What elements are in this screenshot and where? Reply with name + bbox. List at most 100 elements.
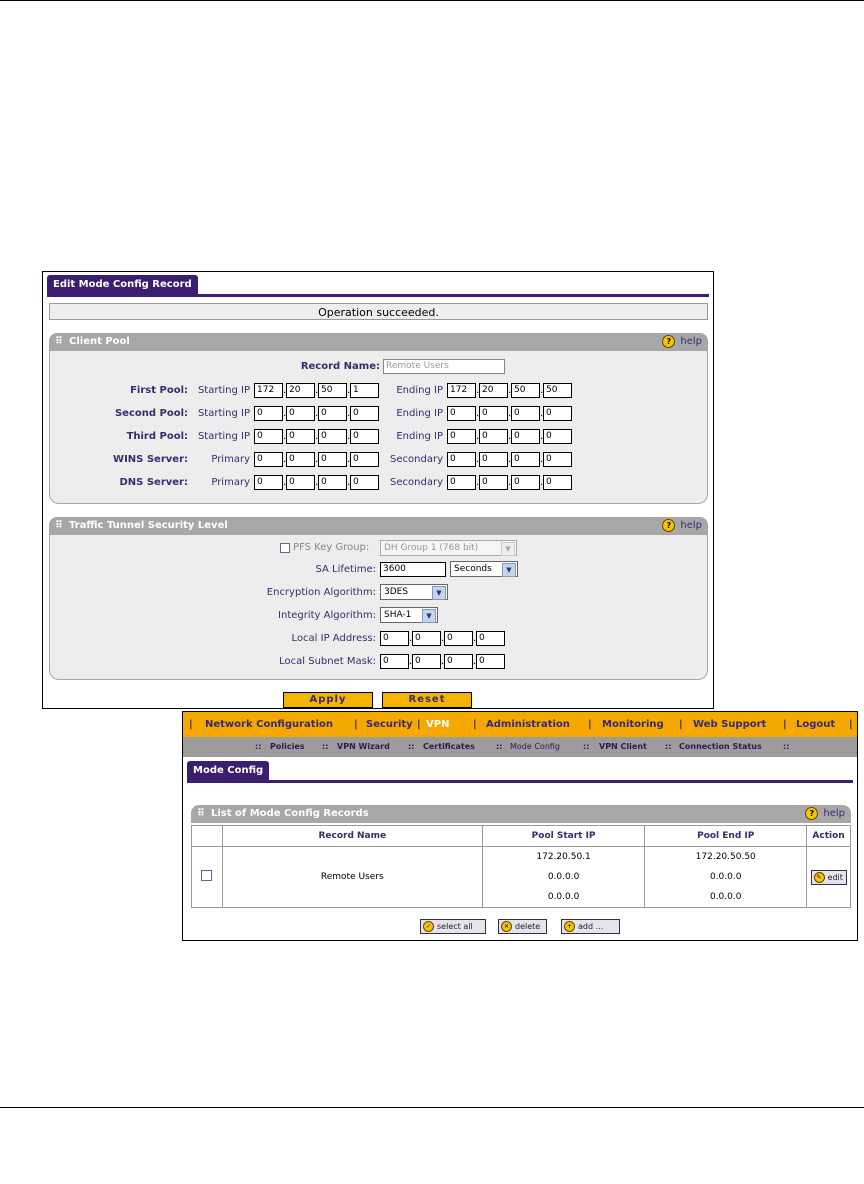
pfs-checkbox[interactable] xyxy=(280,543,290,553)
nav-item-2[interactable]: VPN xyxy=(426,712,449,737)
local-ip-octet-3[interactable]: 0 xyxy=(444,631,473,646)
records-list-header: ⠿ List of Mode Config Records ? help xyxy=(191,805,851,823)
bottom-rule xyxy=(0,1107,864,1108)
main-nav: Network Configuration Security VPN Administ… xyxy=(183,712,857,737)
start-octet-3[interactable]: 0 xyxy=(318,452,347,467)
help-label: help xyxy=(823,808,845,819)
start-octet-4[interactable]: 1 xyxy=(350,383,379,398)
start-octet-4[interactable]: 0 xyxy=(350,406,379,421)
start-octet-1[interactable]: 0 xyxy=(254,429,283,444)
start-octet-3[interactable]: 50 xyxy=(318,383,347,398)
local-ip-octet-4[interactable]: 0 xyxy=(476,631,505,646)
status-message: Operation succeeded. xyxy=(49,303,708,320)
end-octet-2[interactable]: 0 xyxy=(479,475,508,490)
start-octet-1[interactable]: 0 xyxy=(254,475,283,490)
end-octet-3[interactable]: 0 xyxy=(511,406,540,421)
end-octet-1[interactable]: 172 xyxy=(447,383,476,398)
reset-button[interactable]: Reset xyxy=(382,692,472,708)
nav-separator: | xyxy=(849,719,853,730)
local-ip-octet-2[interactable]: 0 xyxy=(412,631,441,646)
start-octet-3[interactable]: 0 xyxy=(318,406,347,421)
subnav-separator: :: xyxy=(665,742,672,751)
end-octet-3[interactable]: 50 xyxy=(511,383,540,398)
add-button[interactable]: + add ... xyxy=(561,919,620,934)
start-octet-2[interactable]: 0 xyxy=(286,475,315,490)
start-octet-3[interactable]: 0 xyxy=(318,475,347,490)
end-octet-3[interactable]: 0 xyxy=(511,475,540,490)
row-checkbox[interactable] xyxy=(201,870,213,881)
sa-unit-select[interactable]: Seconds ▼ xyxy=(450,561,518,577)
nav-item-1[interactable]: Security xyxy=(366,712,413,737)
records-help-link[interactable]: ? help xyxy=(805,805,845,823)
nav-separator: | xyxy=(679,719,683,730)
end-octet-3[interactable]: 0 xyxy=(511,429,540,444)
subnav-item-1[interactable]: VPN Wizard xyxy=(337,737,390,757)
nav-item-4[interactable]: Monitoring xyxy=(602,712,664,737)
start-octet-2[interactable]: 20 xyxy=(286,383,315,398)
subnav-item-3[interactable]: Mode Config xyxy=(510,737,560,757)
records-list-title: List of Mode Config Records xyxy=(211,808,369,819)
record-name-cell: Remote Users xyxy=(221,846,483,908)
traffic-help-link[interactable]: ? help xyxy=(662,517,702,535)
end-octet-1[interactable]: 0 xyxy=(447,452,476,467)
local-mask-label: Local Subnet Mask: xyxy=(279,656,376,667)
edit-button[interactable]: ✎ edit xyxy=(810,869,847,885)
help-icon: ? xyxy=(805,806,819,820)
sa-lifetime-input[interactable]: 3600 xyxy=(380,562,446,577)
local-mask-octet-3[interactable]: 0 xyxy=(444,654,473,669)
end-octet-1[interactable]: 0 xyxy=(447,429,476,444)
start-octet-4[interactable]: 0 xyxy=(350,452,379,467)
start-octet-4[interactable]: 0 xyxy=(350,429,379,444)
table-row: Remote Users 172.20.50.1 0.0.0.0 0.0.0.0… xyxy=(191,846,851,908)
subnav-item-5[interactable]: Connection Status xyxy=(679,737,762,757)
client-pool-header: ⠿ Client Pool ? help xyxy=(49,333,708,351)
subnav-item-4[interactable]: VPN Client xyxy=(599,737,647,757)
pool-end-1: 172.20.50.50 xyxy=(695,852,756,862)
end-octet-2[interactable]: 0 xyxy=(479,406,508,421)
subnav-item-0[interactable]: Policies xyxy=(270,737,305,757)
tab-mode-config[interactable]: Mode Config xyxy=(187,761,270,780)
nav-item-5[interactable]: Web Support xyxy=(693,712,766,737)
local-mask-octet-1[interactable]: 0 xyxy=(380,654,409,669)
start-octet-4[interactable]: 0 xyxy=(350,475,379,490)
start-octet-2[interactable]: 0 xyxy=(286,452,315,467)
start-octet-1[interactable]: 0 xyxy=(254,452,283,467)
integrity-select[interactable]: SHA-1 ▼ xyxy=(380,607,438,623)
end-octet-1[interactable]: 0 xyxy=(447,475,476,490)
local-ip-octet-1[interactable]: 0 xyxy=(380,631,409,646)
tab-edit-mode-config-record[interactable]: Edit Mode Config Record xyxy=(47,275,198,294)
subnav-separator: :: xyxy=(322,742,329,751)
pool-row-left-sublabel: Starting IP xyxy=(197,408,250,419)
nav-item-0[interactable]: Network Configuration xyxy=(205,712,333,737)
start-octet-1[interactable]: 0 xyxy=(254,406,283,421)
nav-item-3[interactable]: Administration xyxy=(486,712,570,737)
end-octet-4[interactable]: 0 xyxy=(543,475,572,490)
local-mask-octet-4[interactable]: 0 xyxy=(476,654,505,669)
nav-item-6[interactable]: Logout xyxy=(796,712,835,737)
end-octet-1[interactable]: 0 xyxy=(447,406,476,421)
integrity-label: Integrity Algorithm: xyxy=(278,610,376,621)
start-octet-2[interactable]: 0 xyxy=(286,429,315,444)
start-octet-3[interactable]: 0 xyxy=(318,429,347,444)
end-octet-3[interactable]: 0 xyxy=(511,452,540,467)
local-mask-octet-2[interactable]: 0 xyxy=(412,654,441,669)
end-octet-2[interactable]: 0 xyxy=(479,452,508,467)
encryption-select[interactable]: 3DES ▼ xyxy=(380,584,448,600)
record-name-input[interactable]: Remote Users xyxy=(383,359,505,374)
column-header-record-name: Record Name xyxy=(221,825,483,847)
end-octet-4[interactable]: 0 xyxy=(543,429,572,444)
pfs-select[interactable]: DH Group 1 (768 bit) ▼ xyxy=(380,540,517,556)
select-all-button[interactable]: ✓ select all xyxy=(420,919,486,934)
delete-button[interactable]: ✕ delete xyxy=(498,919,547,934)
start-octet-1[interactable]: 172 xyxy=(254,383,283,398)
apply-button[interactable]: Apply xyxy=(283,692,373,708)
start-octet-2[interactable]: 0 xyxy=(286,406,315,421)
end-octet-4[interactable]: 0 xyxy=(543,452,572,467)
end-octet-4[interactable]: 50 xyxy=(543,383,572,398)
end-octet-4[interactable]: 0 xyxy=(543,406,572,421)
subnav-item-2[interactable]: Certificates xyxy=(423,737,475,757)
add-label: add ... xyxy=(578,922,604,931)
client-pool-help-link[interactable]: ? help xyxy=(662,333,702,351)
end-octet-2[interactable]: 0 xyxy=(479,429,508,444)
end-octet-2[interactable]: 20 xyxy=(479,383,508,398)
